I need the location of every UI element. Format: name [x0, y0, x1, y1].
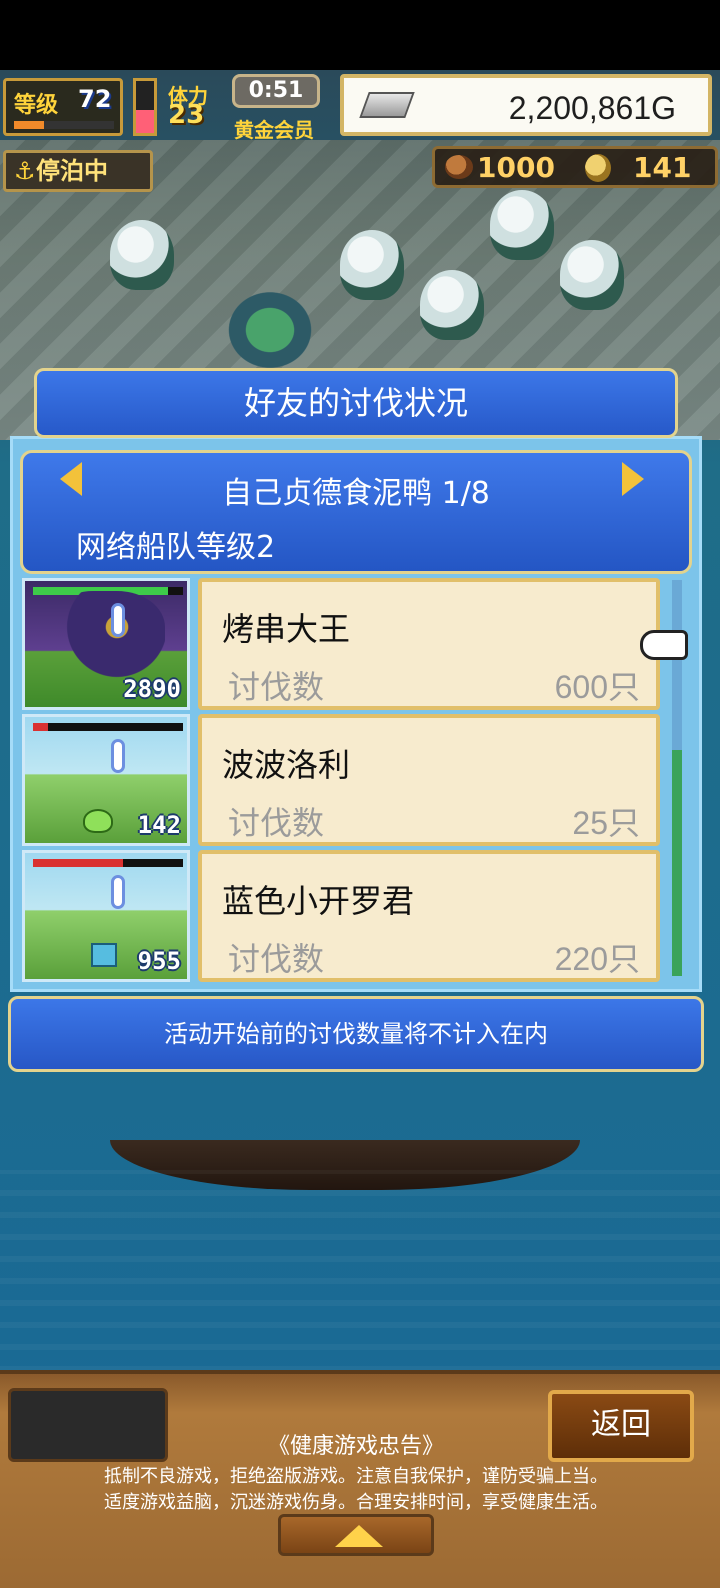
timer: 0:51	[232, 74, 320, 108]
card-name: 波波洛利	[222, 746, 351, 784]
snow-tree	[490, 190, 554, 260]
notice-banner: 活动开始前的讨伐数量将不计入在内	[8, 996, 704, 1072]
card-label: 讨伐数	[228, 668, 325, 706]
card-label: 讨伐数	[228, 940, 325, 978]
monster-hp-bar	[33, 723, 183, 731]
food-value: 1000	[477, 151, 555, 184]
monster-hp-fill	[33, 723, 48, 731]
slime-icon	[83, 809, 113, 833]
card-name: 烤串大王	[222, 610, 351, 648]
stamina-value: 23	[168, 100, 205, 130]
monster-hp-fill	[33, 859, 123, 867]
friend-name: 自己贞德食泥鸭 1/8	[222, 476, 490, 511]
silver-ingot-icon	[359, 92, 415, 118]
prev-friend-arrow-icon[interactable]	[60, 462, 82, 496]
hand-pointer-icon	[640, 630, 688, 660]
expand-menu-button[interactable]	[278, 1514, 434, 1556]
monster-thumbnail: 142	[22, 714, 190, 846]
gold-panel: 2,200,861G	[340, 74, 712, 136]
card-value: 220只	[554, 941, 640, 977]
gold-value: 2,200,861G	[508, 90, 676, 126]
monster-hp-bar	[33, 859, 183, 867]
card-value: 600只	[554, 669, 640, 705]
robot-icon	[91, 943, 117, 967]
moored-label: 停泊中	[36, 157, 108, 185]
snow-tree	[560, 240, 624, 310]
resource-panel: 1000 141	[432, 146, 718, 188]
hp-gauge-fill	[136, 109, 154, 133]
card-value: 25只	[572, 805, 640, 841]
monster-count: 955	[137, 947, 181, 975]
monster-count: 142	[137, 811, 181, 839]
alert-icon	[111, 603, 125, 637]
up-arrow-icon	[335, 1525, 383, 1547]
membership-badge: 黄金会员	[234, 118, 314, 142]
fleet-level: 网络船队等级2	[76, 530, 276, 565]
advisory-title: 《健康游戏忠告》	[267, 1434, 444, 1459]
monster-count: 2890	[123, 675, 181, 703]
snow-tree	[420, 270, 484, 340]
hp-gauge	[133, 78, 157, 136]
friend-card[interactable]: 波波洛利 讨伐数 25只	[198, 714, 660, 846]
level-value: 72	[78, 85, 112, 113]
coin-value: 141	[633, 151, 692, 184]
list-item[interactable]: 142 波波洛利 讨伐数 25只	[22, 714, 662, 846]
alert-icon	[111, 739, 125, 773]
friend-card[interactable]: 蓝色小开罗君 讨伐数 220只	[198, 850, 660, 982]
sea	[0, 1170, 720, 1390]
card-name: 蓝色小开罗君	[222, 882, 415, 920]
alert-icon	[111, 875, 125, 909]
level-panel: 等级 72	[3, 78, 123, 136]
monster-thumbnail: 2890	[22, 578, 190, 710]
boss-monster-icon	[45, 591, 165, 681]
list-item[interactable]: 2890 烤串大王 讨伐数 600只	[22, 578, 662, 710]
level-progress-fill	[14, 121, 44, 129]
coin-icon	[585, 154, 611, 182]
moored-status: ⚓停泊中	[3, 150, 153, 192]
next-friend-arrow-icon[interactable]	[622, 462, 644, 496]
level-progress-bar	[14, 121, 114, 129]
list-item[interactable]: 955 蓝色小开罗君 讨伐数 220只	[22, 850, 662, 982]
snow-tree	[340, 230, 404, 300]
scrollbar-thumb[interactable]	[672, 750, 682, 976]
card-label: 讨伐数	[228, 804, 325, 842]
advisory-line-1: 抵制不良游戏，拒绝盗版游戏。注意自我保护，谨防受骗上当。	[104, 1466, 608, 1487]
level-label: 等级	[14, 93, 59, 118]
dialog-title: 好友的讨伐状况	[34, 368, 678, 438]
food-icon	[445, 155, 473, 179]
anchor-icon: ⚓	[14, 157, 36, 185]
advisory-line-2: 适度游戏益脑，沉迷游戏伤身。合理安排时间，享受健康生活。	[104, 1492, 608, 1513]
snow-tree	[110, 220, 174, 290]
monster-thumbnail: 955	[22, 850, 190, 982]
friend-card[interactable]: 烤串大王 讨伐数 600只	[198, 578, 660, 710]
